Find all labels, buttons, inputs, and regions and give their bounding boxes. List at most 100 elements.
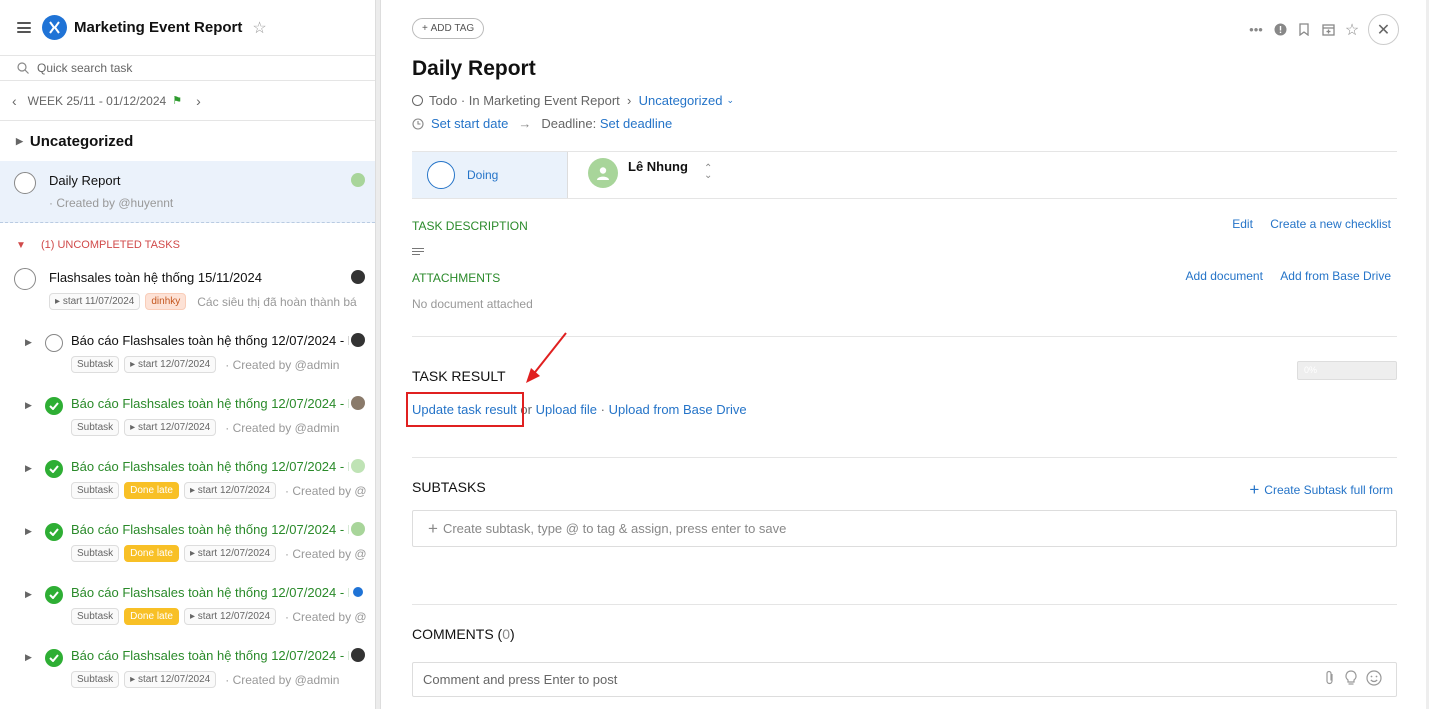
chevron-right-icon[interactable]: ›: [196, 93, 201, 109]
attachment-clip-icon[interactable]: [1324, 670, 1336, 690]
subtask-created: · Created by @admin: [225, 672, 340, 687]
add-from-drive-link[interactable]: Add from Base Drive: [1280, 269, 1391, 283]
star-icon[interactable]: ☆: [1344, 22, 1360, 39]
add-document-link[interactable]: Add document: [1186, 269, 1263, 283]
task-status-circle[interactable]: [14, 172, 36, 194]
add-tag-button[interactable]: + ADD TAG: [412, 18, 485, 39]
divider: [412, 198, 1397, 199]
tag-pill[interactable]: dinhky: [145, 293, 187, 310]
dates-row: Set start date → Deadline: Set deadline: [412, 116, 672, 131]
status-circle-icon: [427, 161, 455, 189]
set-start-date-link[interactable]: Set start date: [431, 116, 508, 131]
subtask-meta: Subtask Done late ▸ start 12/07/2024 · C…: [71, 482, 367, 499]
start-date-pill: ▸ start 12/07/2024: [183, 482, 277, 499]
done-late-badge: Done late: [124, 482, 179, 499]
assignee-selector[interactable]: Lê Nhung: [588, 158, 688, 188]
calendar-add-icon[interactable]: [1320, 22, 1336, 38]
task-detail-pane: + ADD TAG ••• ☆ ✕ Daily Report Todo · In…: [382, 0, 1429, 709]
comment-placeholder: Comment and press Enter to post: [423, 672, 618, 687]
subtask-name[interactable]: Báo cáo Flashsales toàn hệ thống 12/07/2…: [71, 459, 349, 474]
plus-icon: +: [1249, 480, 1260, 499]
hamburger-menu-icon[interactable]: [17, 22, 31, 33]
divider: [412, 457, 1397, 458]
description-lines-icon: [412, 248, 424, 257]
search-icon: [17, 62, 29, 74]
subtask-name[interactable]: Báo cáo Flashsales toàn hệ thống 12/07/2…: [71, 396, 349, 411]
done-check-icon[interactable]: [45, 460, 63, 478]
dot-separator: ·: [597, 402, 609, 417]
crumb-separator: ›: [627, 93, 632, 108]
subtask-name[interactable]: Báo cáo Flashsales toàn hệ thống 12/07/2…: [71, 585, 349, 600]
status-circle-icon: [412, 95, 423, 106]
uncompleted-toggle[interactable]: ▼ (1) UNCOMPLETED TASKS: [16, 239, 180, 251]
deadline-label: Deadline:: [541, 116, 597, 131]
subtask-name[interactable]: Báo cáo Flashsales toàn hệ thống 12/07/2…: [71, 333, 349, 348]
done-check-icon[interactable]: [45, 586, 63, 604]
breadcrumb: Todo · In Marketing Event Report › Uncat…: [412, 93, 734, 108]
quick-search[interactable]: Quick search task: [0, 56, 375, 81]
caret-right-icon[interactable]: ▶: [25, 337, 32, 348]
caret-right-icon[interactable]: ▶: [25, 400, 32, 411]
subtask-created: · Created by @: [285, 483, 367, 498]
avatar: [353, 587, 363, 597]
caret-down-icon[interactable]: ▼: [16, 240, 26, 251]
chevron-down-icon[interactable]: ⌄: [726, 95, 734, 106]
group-header[interactable]: ▶ Uncategorized: [0, 121, 375, 161]
task-result-heading: TASK RESULT: [412, 368, 506, 384]
subtask-name[interactable]: Báo cáo Flashsales toàn hệ thống 12/07/2…: [71, 522, 349, 537]
set-deadline-link[interactable]: Set deadline: [600, 116, 672, 131]
emoji-icon[interactable]: [1366, 670, 1382, 690]
caret-right-icon[interactable]: ▶: [25, 463, 32, 474]
category-dropdown[interactable]: Uncategorized: [639, 93, 723, 108]
search-input[interactable]: Quick search task: [37, 61, 132, 75]
sort-updown-icon[interactable]: ⌃ ⌄: [704, 164, 712, 181]
status-label: Doing: [467, 168, 499, 182]
task-status-circle[interactable]: [45, 334, 63, 352]
create-subtask-full-form-link[interactable]: + Create Subtask full form: [1249, 480, 1393, 500]
upload-file-link[interactable]: Upload file: [536, 402, 597, 417]
upload-from-drive-link[interactable]: Upload from Base Drive: [609, 402, 747, 417]
caret-right-icon[interactable]: ▶: [25, 652, 32, 663]
avatar: [351, 396, 365, 410]
user-avatar-icon: [588, 158, 618, 188]
attachments-heading: ATTACHMENTS: [412, 271, 501, 285]
done-check-icon[interactable]: [45, 397, 63, 415]
clock-icon: [412, 117, 424, 130]
highlight-box: [406, 392, 524, 427]
status-selector[interactable]: Doing: [412, 152, 568, 198]
bookmark-icon[interactable]: [1296, 22, 1312, 38]
comments-count: 0: [502, 626, 511, 642]
selected-task-row[interactable]: Daily Report · Created by @huyennt: [0, 161, 375, 223]
lightbulb-icon[interactable]: [1344, 670, 1358, 690]
subtask-input[interactable]: + Create subtask, type @ to tag & assign…: [412, 510, 1397, 547]
done-check-icon[interactable]: [45, 523, 63, 541]
create-checklist-link[interactable]: Create a new checklist: [1270, 217, 1391, 231]
subtask-created: · Created by @: [285, 609, 367, 624]
close-icon[interactable]: ✕: [1368, 14, 1399, 45]
subtask-pill: Subtask: [71, 608, 120, 625]
subtask-pill: Subtask: [71, 545, 120, 562]
task-name[interactable]: Flashsales toàn hệ thống 15/11/2024: [49, 270, 262, 285]
chevron-left-icon[interactable]: ‹: [12, 93, 17, 109]
task-meta: ▸ start 11/07/2024 dinhky Các siêu thị đ…: [49, 293, 357, 310]
subtask-name[interactable]: Báo cáo Flashsales toàn hệ thống 12/07/2…: [71, 648, 349, 663]
done-check-icon[interactable]: [45, 649, 63, 667]
caret-right-icon[interactable]: ▶: [25, 589, 32, 600]
star-icon[interactable]: ☆: [252, 18, 266, 38]
task-created: · Created by @huyennt: [49, 196, 174, 210]
task-status-circle[interactable]: [14, 268, 36, 290]
task-title[interactable]: Daily Report: [412, 57, 536, 81]
caret-right-icon[interactable]: ▶: [16, 136, 23, 147]
caret-right-icon[interactable]: ▶: [25, 526, 32, 537]
alert-icon[interactable]: [1272, 22, 1288, 38]
task-name: Daily Report: [49, 173, 121, 188]
crumb-project[interactable]: · In Marketing Event Report: [461, 93, 620, 108]
edit-description-link[interactable]: Edit: [1232, 217, 1253, 231]
start-date-pill: ▸ start 12/07/2024: [124, 671, 217, 688]
start-date-pill: ▸ start 12/07/2024: [183, 545, 277, 562]
pane-splitter[interactable]: [376, 0, 381, 709]
subtask-created: · Created by @admin: [225, 357, 340, 372]
comment-input[interactable]: Comment and press Enter to post: [412, 662, 1397, 697]
more-icon[interactable]: •••: [1248, 22, 1264, 38]
avatar: [351, 648, 365, 662]
